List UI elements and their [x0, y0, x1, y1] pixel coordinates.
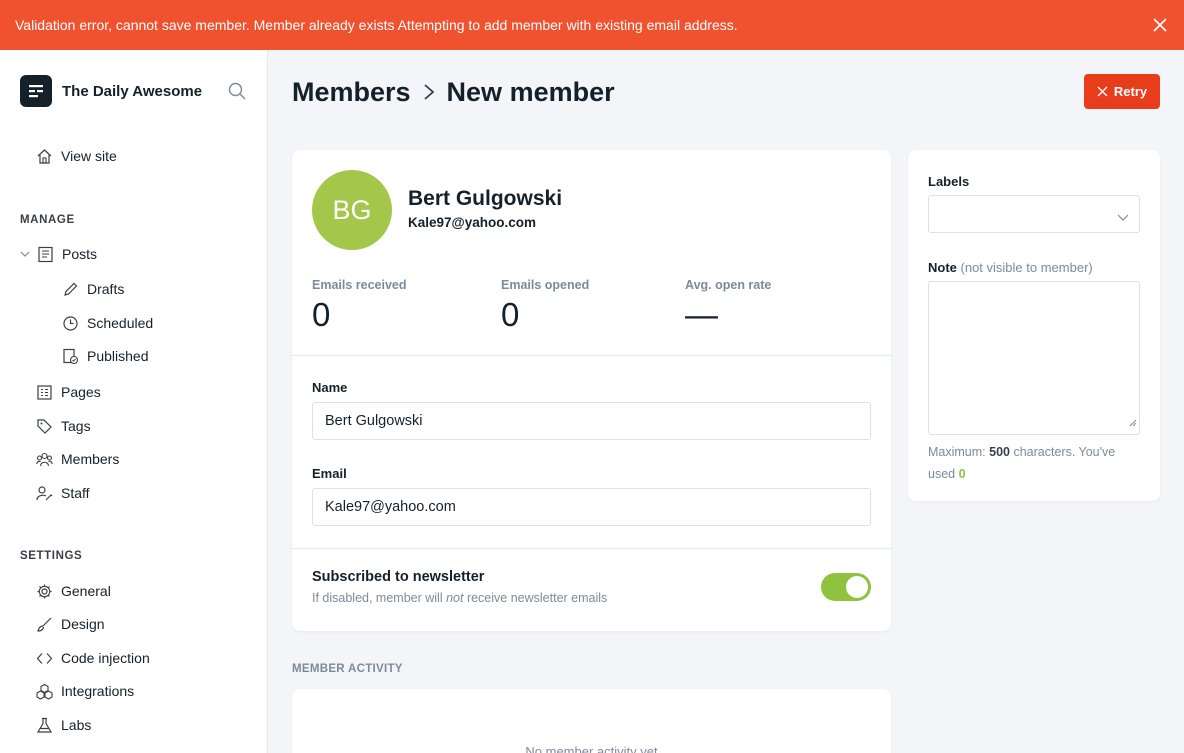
pages-icon [35, 383, 53, 401]
posts-icon [36, 245, 54, 263]
nav-labs-label: Labs [61, 717, 92, 733]
nav-pages-label: Pages [61, 384, 101, 400]
email-label: Email [312, 466, 347, 481]
nav-labs[interactable]: Labs [35, 716, 91, 734]
sidebar: The Daily Awesome View site MANAGE Posts… [0, 50, 268, 753]
brush-icon [35, 615, 53, 633]
nav-code-injection[interactable]: Code injection [35, 649, 150, 667]
email-field[interactable]: Kale97@yahoo.com [312, 488, 871, 526]
published-icon [61, 347, 79, 365]
site-logo-icon [20, 75, 52, 107]
code-icon [35, 649, 53, 667]
chevron-down-icon [1117, 209, 1129, 227]
clock-icon [61, 314, 79, 332]
search-icon[interactable] [228, 82, 248, 102]
staff-icon [35, 484, 53, 502]
nav-view-site-label: View site [61, 148, 117, 164]
name-label: Name [312, 380, 348, 395]
nav-members[interactable]: Members [35, 450, 119, 468]
tag-icon [35, 417, 53, 435]
nav-design[interactable]: Design [35, 615, 105, 633]
member-activity-title: MEMBER ACTIVITY [292, 663, 403, 675]
nav-published[interactable]: Published [61, 347, 149, 365]
gear-icon [35, 582, 53, 600]
breadcrumb-members-link[interactable]: Members [292, 77, 411, 108]
nav-published-label: Published [87, 348, 149, 364]
alert-message: Validation error, cannot save member. Me… [15, 17, 738, 33]
note-character-count: Maximum: 500 characters. You've used 0 [928, 445, 1116, 481]
nav-integrations-label: Integrations [61, 683, 135, 699]
chevron-down-icon[interactable] [20, 249, 32, 259]
member-meta-card: Labels Note (not visible to member) Maxi… [908, 150, 1160, 501]
nav-posts[interactable]: Posts [20, 245, 97, 263]
nav-scheduled[interactable]: Scheduled [61, 314, 153, 332]
stat-open-rate: Avg. open rate — [685, 278, 771, 334]
stat-label: Emails received [312, 278, 407, 292]
newsletter-description: If disabled, member will not receive new… [312, 591, 608, 605]
note-label: Note (not visible to member) [928, 260, 1093, 275]
labels-label: Labels [928, 174, 970, 189]
stat-value: — [685, 296, 718, 333]
nav-tags-label: Tags [61, 418, 91, 434]
stat-value: 0 [501, 296, 520, 333]
nav-view-site[interactable]: View site [35, 147, 117, 165]
chevron-right-icon [423, 83, 435, 101]
note-textarea[interactable] [928, 281, 1140, 435]
settings-section-title: SETTINGS [20, 550, 83, 562]
site-name: The Daily Awesome [62, 82, 203, 100]
nav-staff-label: Staff [61, 485, 90, 501]
nav-members-label: Members [61, 451, 120, 467]
member-name: Bert Gulgowski [408, 187, 563, 210]
nav-general[interactable]: General [35, 582, 111, 600]
stat-emails-opened: Emails opened 0 [501, 278, 589, 334]
breadcrumb: Members New member [292, 75, 615, 109]
page-title: New member [446, 76, 615, 107]
member-details-card: BG Bert Gulgowski Kale97@yahoo.com Email… [292, 150, 891, 631]
nav-design-label: Design [61, 616, 105, 632]
stat-label: Avg. open rate [685, 278, 772, 292]
nav-tags[interactable]: Tags [35, 417, 91, 435]
retry-button-label: Retry [1113, 84, 1148, 99]
members-icon [35, 450, 53, 468]
newsletter-title: Subscribed to newsletter [312, 569, 485, 585]
nav-scheduled-label: Scheduled [87, 315, 154, 331]
manage-section-title: MANAGE [20, 214, 75, 226]
member-email: Kale97@yahoo.com [408, 215, 536, 230]
stat-value: 0 [312, 296, 331, 333]
flask-icon [35, 716, 53, 734]
integrations-icon [35, 682, 53, 700]
stat-emails-received: Emails received 0 [312, 278, 407, 334]
name-field[interactable]: Bert Gulgowski [312, 402, 871, 440]
divider [292, 548, 891, 549]
nav-posts-label: Posts [62, 246, 98, 262]
nav-general-label: General [61, 583, 111, 599]
nav-drafts-label: Drafts [87, 281, 125, 297]
nav-drafts[interactable]: Drafts [61, 280, 124, 298]
pencil-icon [61, 280, 79, 298]
newsletter-toggle[interactable] [821, 573, 871, 601]
empty-activity-text: No member activity yet [525, 744, 658, 753]
nav-pages[interactable]: Pages [35, 383, 101, 401]
stat-label: Emails opened [501, 278, 590, 292]
error-alert-bar: Validation error, cannot save member. Me… [0, 0, 1184, 50]
toggle-knob [846, 576, 868, 598]
nav-integrations[interactable]: Integrations [35, 682, 134, 700]
divider [292, 355, 891, 356]
retry-button[interactable]: Retry [1084, 74, 1160, 109]
resize-handle-icon[interactable] [1129, 414, 1137, 432]
close-icon [1097, 86, 1108, 97]
labels-select[interactable] [928, 195, 1140, 233]
close-icon[interactable] [1151, 16, 1169, 34]
avatar: BG [312, 170, 392, 250]
brand[interactable]: The Daily Awesome [20, 75, 202, 107]
home-icon [35, 147, 53, 165]
member-activity-card: No member activity yet [292, 689, 891, 753]
nav-staff[interactable]: Staff [35, 484, 90, 502]
nav-code-injection-label: Code injection [61, 650, 150, 666]
